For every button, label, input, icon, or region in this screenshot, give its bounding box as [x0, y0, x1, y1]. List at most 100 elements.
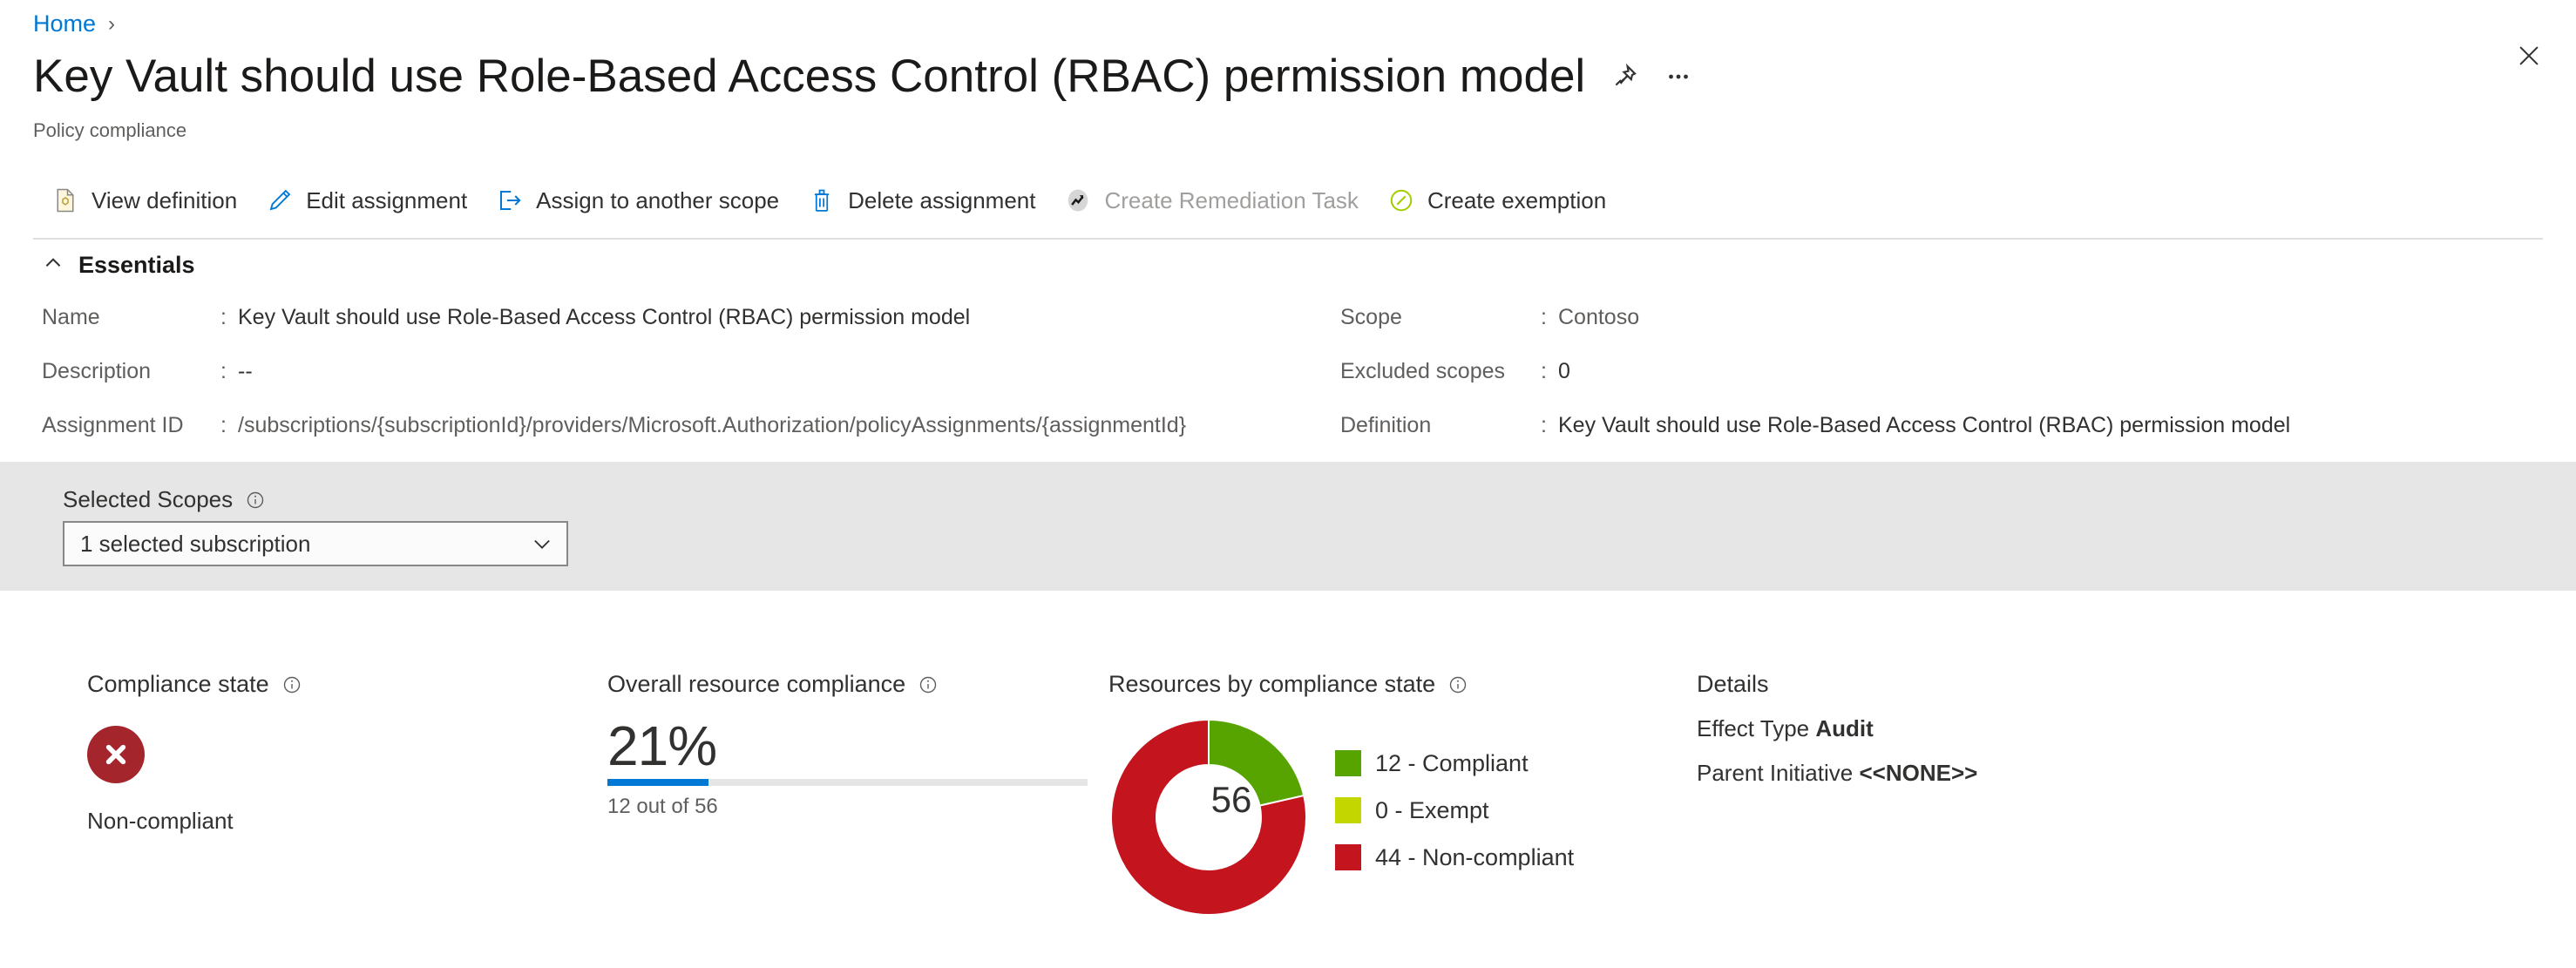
essentials-colon: : [1541, 413, 1547, 437]
compliance-state-title: Compliance state [87, 671, 269, 697]
details-effect-type-value: Audit [1815, 715, 1874, 741]
essentials-value-assignment-id: /subscriptions/{subscriptionId}/provider… [238, 413, 1187, 437]
chevron-up-icon [42, 252, 64, 279]
create-exemption-button[interactable]: Create exemption [1378, 179, 1625, 222]
details-title: Details [1697, 671, 1769, 697]
chevron-down-icon [518, 531, 566, 556]
edit-assignment-button[interactable]: Edit assignment [256, 179, 486, 222]
info-icon[interactable] [281, 674, 302, 695]
status-badge-non-compliant [87, 726, 145, 783]
document-icon [51, 186, 80, 215]
details-panel: Details Effect Type Audit Parent Initiat… [1697, 671, 1977, 787]
essentials-value-description: -- [238, 359, 253, 383]
essentials-row-description: Description : -- [42, 359, 1332, 413]
breadcrumb: Home › [33, 12, 115, 36]
essentials-row-excluded-scopes: Excluded scopes : 0 [1340, 359, 2438, 413]
essentials-row-scope: Scope : Contoso [1340, 305, 2438, 359]
essentials-colon: : [220, 359, 227, 383]
compliance-donut-chart[interactable] [1108, 717, 1309, 917]
essentials-colon: : [1541, 305, 1547, 329]
essentials-key: Name [42, 305, 100, 329]
breadcrumb-home-link[interactable]: Home [33, 12, 96, 36]
donut-center-total: 56 [1210, 779, 1252, 820]
legend-item-compliant: 12 - Compliant [1335, 740, 1574, 787]
essentials-value-scope: Contoso [1558, 305, 1640, 329]
compliance-progress-track [607, 779, 1088, 787]
close-icon[interactable] [2506, 33, 2552, 78]
essentials-value-name: Key Vault should use Role-Based Access C… [238, 305, 971, 329]
delete-assignment-label: Delete assignment [848, 186, 1036, 213]
legend-label-non-compliant: 44 - Non-compliant [1375, 843, 1575, 870]
edit-assignment-label: Edit assignment [306, 186, 468, 213]
chevron-right-icon: › [108, 11, 116, 36]
overall-compliance-title: Overall resource compliance [607, 671, 906, 697]
overall-compliance-ratio: 12 out of 56 [607, 795, 718, 819]
info-icon[interactable] [918, 674, 939, 695]
donut-and-legend: 12 - Compliant 0 - Exempt 44 - Non-compl… [1108, 717, 1574, 917]
create-remediation-task-button[interactable]: Create Remediation Task [1054, 179, 1377, 222]
create-remediation-task-label: Create Remediation Task [1104, 186, 1359, 213]
selected-scopes-dropdown[interactable]: 1 selected subscription [63, 521, 568, 566]
essentials-toggle[interactable]: Essentials [42, 252, 195, 279]
pin-icon[interactable] [1610, 62, 1639, 91]
legend-item-non-compliant: 44 - Non-compliant [1335, 834, 1574, 881]
info-icon[interactable] [1447, 674, 1468, 695]
compliance-progress-fill [607, 779, 708, 787]
essentials-row-name: Name : Key Vault should use Role-Based A… [42, 305, 1332, 359]
trash-icon [807, 186, 837, 215]
essentials-row-assignment-id: Assignment ID : /subscriptions/{subscrip… [42, 413, 1332, 467]
details-effect-type-label: Effect Type [1697, 715, 1810, 741]
export-icon [495, 186, 525, 215]
donut-legend: 12 - Compliant 0 - Exempt 44 - Non-compl… [1335, 740, 1574, 881]
essentials-colon: : [220, 413, 227, 437]
page-subtitle: Policy compliance [33, 119, 187, 141]
details-parent-initiative-value: <<NONE>> [1859, 760, 1978, 786]
exempt-icon [1386, 186, 1416, 215]
pencil-icon [265, 186, 295, 215]
essentials-key: Assignment ID [42, 413, 184, 437]
legend-swatch-exempt [1335, 797, 1361, 823]
essentials-key: Scope [1340, 305, 1402, 329]
essentials-key: Definition [1340, 413, 1432, 437]
command-toolbar: View definition Edit assignment Assign t… [42, 179, 1625, 222]
overall-compliance-percent: 21% [607, 714, 717, 777]
details-parent-initiative-row: Parent Initiative <<NONE>> [1697, 760, 1977, 787]
essentials-value-definition: Key Vault should use Role-Based Access C… [1558, 413, 2291, 437]
essentials-value-excluded-scopes: 0 [1558, 359, 1570, 383]
create-exemption-label: Create exemption [1427, 186, 1607, 213]
essentials-right-column: Scope : Contoso Excluded scopes : 0 Defi… [1340, 305, 2438, 467]
selected-scopes-label: Selected Scopes [63, 486, 234, 512]
legend-swatch-non-compliant [1335, 844, 1361, 870]
compliance-state-tile: Compliance state Non-compliant [87, 671, 302, 835]
assign-to-another-scope-button[interactable]: Assign to another scope [486, 179, 798, 222]
details-parent-initiative-label: Parent Initiative [1697, 760, 1854, 786]
essentials-label: Essentials [78, 252, 195, 278]
legend-item-exempt: 0 - Exempt [1335, 787, 1574, 834]
trend-icon [1063, 186, 1093, 215]
more-options-icon[interactable] [1664, 62, 1693, 91]
compliance-state-title-row: Compliance state [87, 671, 302, 698]
page-title: Key Vault should use Role-Based Access C… [33, 51, 1586, 102]
info-icon[interactable] [245, 490, 266, 511]
essentials-colon: : [220, 305, 227, 329]
donut-title-row: Resources by compliance state [1108, 671, 1574, 698]
view-definition-label: View definition [92, 186, 238, 213]
policy-compliance-blade: Home › Key Vault should use Role-Based A… [0, 0, 2576, 968]
view-definition-button[interactable]: View definition [42, 179, 256, 222]
essentials-colon: : [1541, 359, 1547, 383]
legend-swatch-compliant [1335, 750, 1361, 776]
title-row: Key Vault should use Role-Based Access C… [33, 51, 1693, 104]
compliance-state-value: Non-compliant [87, 808, 234, 834]
essentials-key: Excluded scopes [1340, 359, 1506, 383]
essentials-key: Description [42, 359, 152, 383]
essentials-row-definition: Definition : Key Vault should use Role-B… [1340, 413, 2438, 467]
selected-scopes-value: 1 selected subscription [80, 530, 311, 557]
delete-assignment-button[interactable]: Delete assignment [798, 179, 1054, 222]
donut-title: Resources by compliance state [1108, 671, 1436, 697]
resources-by-compliance-tile: Resources by compliance state 12 - Compl… [1108, 671, 1574, 917]
essentials-left-column: Name : Key Vault should use Role-Based A… [42, 305, 1332, 467]
legend-label-exempt: 0 - Exempt [1375, 796, 1489, 823]
assign-to-another-scope-label: Assign to another scope [536, 186, 780, 213]
selected-scopes-label-row: Selected Scopes [63, 486, 266, 513]
toolbar-divider [33, 238, 2543, 240]
